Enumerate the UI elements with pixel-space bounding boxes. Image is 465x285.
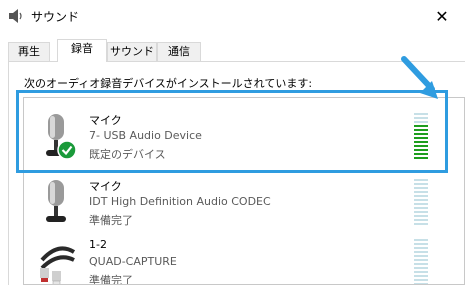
meter-segment [414, 275, 428, 277]
meter-segment [414, 183, 428, 185]
list-item[interactable]: 1-2 QUAD-CAPTURE 準備完了 [24, 230, 464, 285]
tab-playback[interactable]: 再生 [8, 42, 50, 61]
meter-segment [414, 179, 428, 181]
meter-segment [414, 271, 428, 273]
meter-segment [414, 199, 428, 201]
meter-segment [414, 259, 428, 261]
device-description: IDT High Definition Audio CODEC [89, 195, 271, 208]
meter-segment [414, 215, 428, 217]
device-status: 準備完了 [89, 214, 133, 227]
highlight-box [16, 90, 448, 173]
meter-segment [414, 219, 428, 221]
microphone-icon [46, 180, 66, 222]
meter-segment [414, 255, 428, 257]
device-status: 準備完了 [89, 274, 133, 285]
window-title: サウンド [31, 10, 80, 24]
device-list-caption: 次のオーディオ録音デバイスがインストールされています: [24, 77, 313, 90]
level-meter [414, 179, 428, 229]
meter-segment [414, 207, 428, 209]
meter-segment [414, 195, 428, 197]
device-name: 1-2 [89, 238, 107, 251]
meter-segment [414, 263, 428, 265]
pointer-arrow-icon [401, 56, 438, 99]
meter-segment [414, 203, 428, 205]
tab-sounds[interactable]: サウンド [107, 42, 157, 61]
tab-communications[interactable]: 通信 [157, 42, 201, 61]
meter-segment [414, 279, 428, 281]
meter-segment [414, 239, 428, 241]
speaker-icon [9, 9, 22, 23]
rca-cable-icon [40, 246, 76, 284]
meter-segment [414, 223, 428, 225]
meter-segment [414, 267, 428, 269]
meter-segment [414, 187, 428, 189]
meter-segment [414, 243, 428, 245]
device-name: マイク [89, 180, 122, 193]
meter-segment [414, 211, 428, 213]
list-item[interactable]: マイク IDT High Definition Audio CODEC 準備完了 [24, 170, 464, 236]
title-bar: サウンド ✕ [0, 0, 465, 32]
device-description: QUAD-CAPTURE [89, 255, 177, 268]
close-button[interactable]: ✕ [419, 0, 465, 32]
meter-segment [414, 247, 428, 249]
tab-recording[interactable]: 録音 [57, 39, 107, 62]
meter-segment [414, 251, 428, 253]
close-icon: ✕ [435, 6, 449, 26]
level-meter [414, 239, 428, 284]
meter-segment [414, 191, 428, 193]
